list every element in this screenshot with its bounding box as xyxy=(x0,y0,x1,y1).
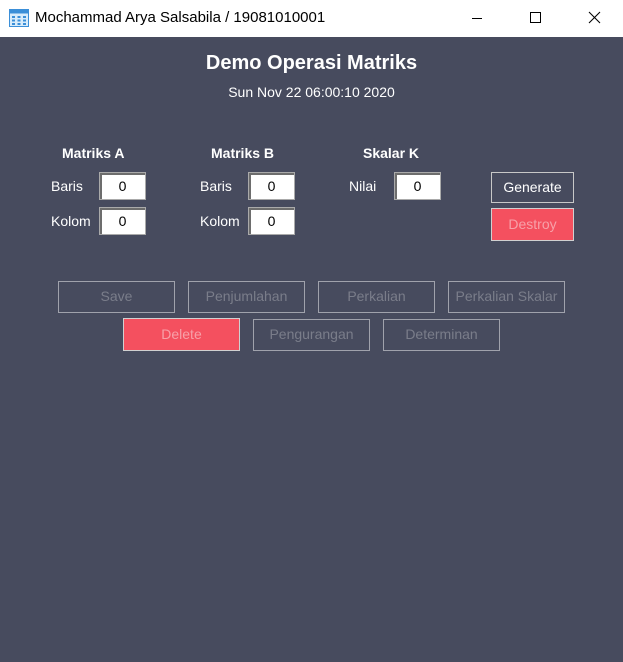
matriks-a-kolom-input[interactable] xyxy=(99,207,146,235)
matriks-a-heading: Matriks A xyxy=(62,145,125,161)
skalar-k-nilai-label: Nilai xyxy=(349,178,377,194)
generate-button[interactable]: Generate xyxy=(491,172,574,203)
minimize-button[interactable] xyxy=(448,0,506,37)
determinan-button[interactable]: Determinan xyxy=(383,319,500,351)
window-title: Mochammad Arya Salsabila / 19081010001 xyxy=(35,9,326,26)
destroy-button[interactable]: Destroy xyxy=(491,208,574,241)
matriks-a-baris-label: Baris xyxy=(51,178,83,194)
maximize-button[interactable] xyxy=(506,0,564,37)
skalar-k-nilai-input[interactable] xyxy=(394,172,441,200)
matriks-b-kolom-label: Kolom xyxy=(200,213,240,229)
main-panel: Demo Operasi Matriks Sun Nov 22 06:00:10… xyxy=(0,37,623,662)
delete-button[interactable]: Delete xyxy=(123,318,240,351)
close-icon xyxy=(588,11,601,24)
perkalian-skalar-button[interactable]: Perkalian Skalar xyxy=(448,281,565,313)
title-bar[interactable]: Mochammad Arya Salsabila / 19081010001 xyxy=(0,0,623,37)
maximize-icon xyxy=(530,12,541,23)
matriks-a-baris-input[interactable] xyxy=(99,172,146,200)
matriks-b-baris-label: Baris xyxy=(200,178,232,194)
datetime-label: Sun Nov 22 06:00:10 2020 xyxy=(228,84,395,100)
close-button[interactable] xyxy=(565,0,623,37)
pengurangan-button[interactable]: Pengurangan xyxy=(253,319,370,351)
matriks-b-heading: Matriks B xyxy=(211,145,275,161)
perkalian-button[interactable]: Perkalian xyxy=(318,281,435,313)
page-title: Demo Operasi Matriks xyxy=(205,52,418,74)
save-button[interactable]: Save xyxy=(58,281,175,313)
matriks-b-kolom-input[interactable] xyxy=(248,207,295,235)
penjumlahan-button[interactable]: Penjumlahan xyxy=(188,281,305,313)
app-window: Mochammad Arya Salsabila / 19081010001 D… xyxy=(0,0,623,662)
app-window-icon xyxy=(9,9,29,27)
minimize-icon xyxy=(472,18,482,19)
matriks-b-baris-input[interactable] xyxy=(248,172,295,200)
skalar-k-heading: Skalar K xyxy=(363,145,420,161)
matriks-a-kolom-label: Kolom xyxy=(51,213,91,229)
